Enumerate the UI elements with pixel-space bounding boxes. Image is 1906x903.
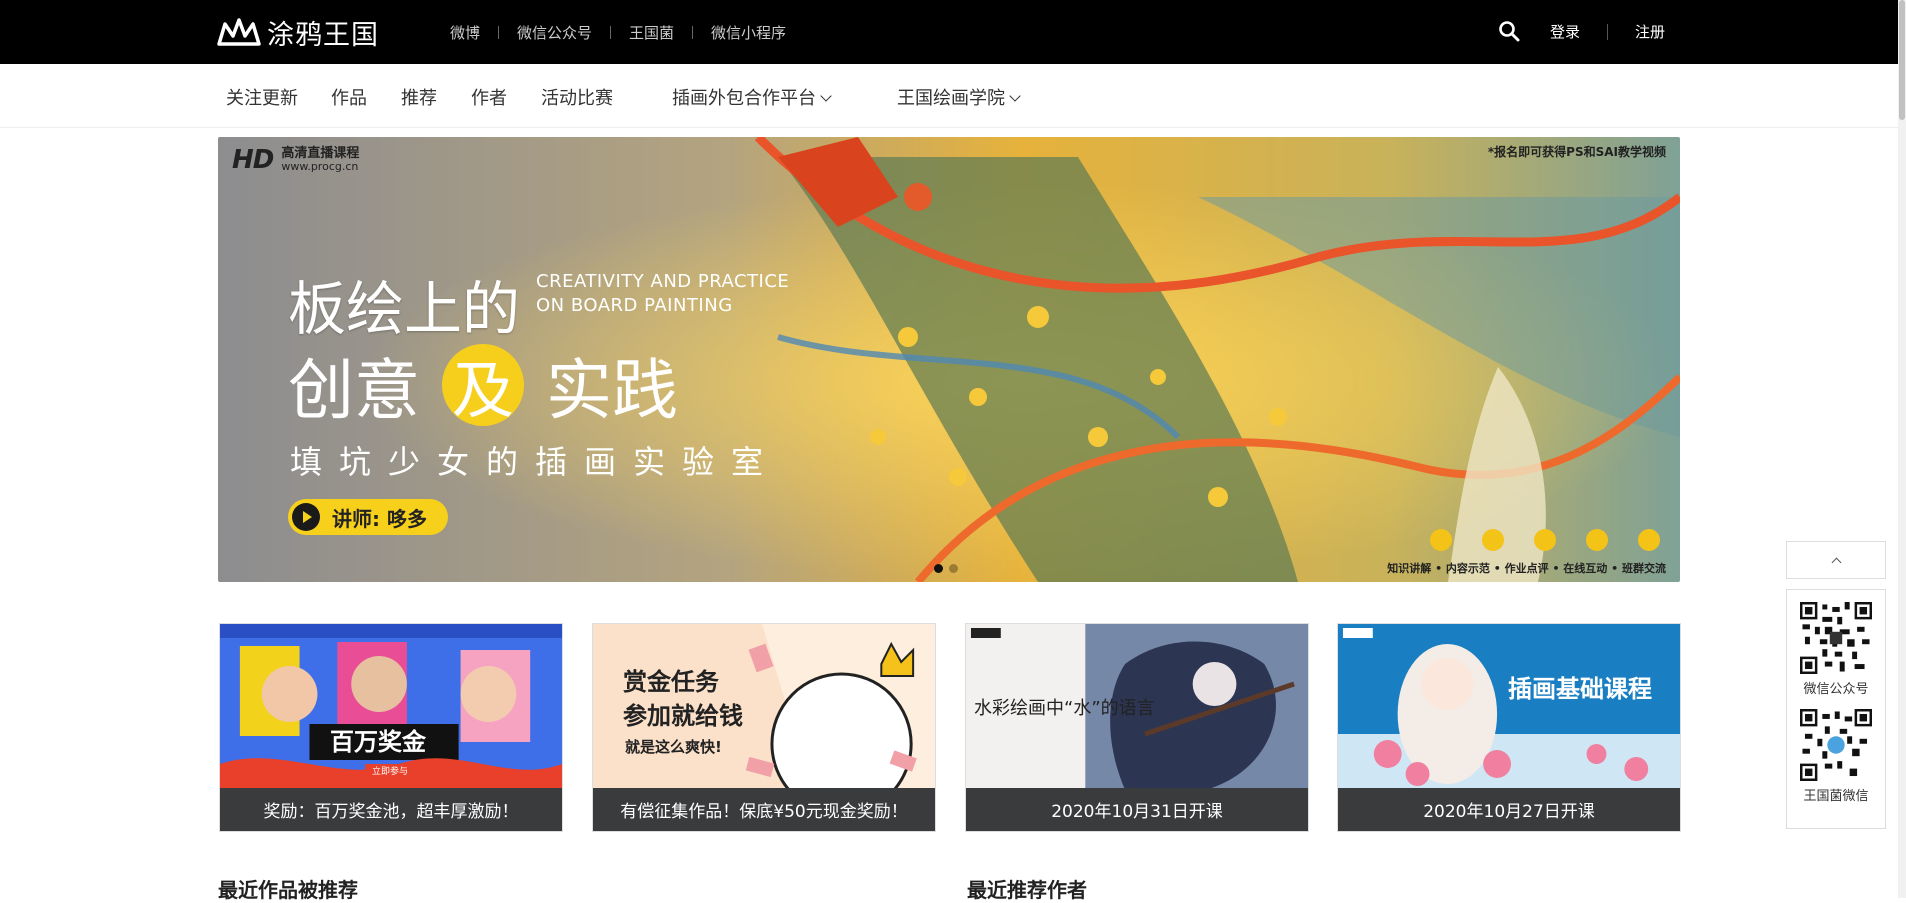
screen-icon [1482,529,1504,551]
headline-en-line-2: ON BOARD PAINTING [536,295,733,316]
teacher-badge[interactable]: 讲师: 哆多 [288,499,448,535]
topnav-wangguojun[interactable]: 王国菌 [629,22,674,43]
section-title-recommended-authors: 最近推荐作者 [967,878,1087,902]
card-caption: 有偿征集作品！保底¥50元现金奖励！ [593,788,935,831]
card-caption: 2020年10月27日开课 [1338,788,1680,831]
card-art-text: 立即参与 [372,767,409,777]
register-link[interactable]: 注册 [1635,21,1665,42]
headline2-part-a: 创意 [288,352,420,429]
secnav-recommend[interactable]: 推荐 [401,84,437,110]
chevron-up-icon [1831,557,1841,567]
banner-headline-en: CREATIVITY AND PRACTICE ON BOARD PAINTIN… [536,270,789,318]
login-link[interactable]: 登录 [1550,21,1580,42]
section-title-recommended-works: 最近作品被推荐 [218,878,358,902]
page-scrollbar[interactable] [1898,0,1906,898]
feature-text: 知识讲解 • 内容示范 • 作业点评 • 在线互动 • 班群交流 [1387,562,1666,575]
card-image-illustration-course [1338,624,1680,790]
search-icon[interactable] [1497,19,1521,43]
hero-banner[interactable]: HD 高清直播课程 www.procg.cn *报名即可获得PS和SAI教学视频… [218,137,1680,582]
feature-icons [1430,529,1680,551]
qr-code-icon [1800,709,1872,781]
top-header: 涂鸦王国 微博 微信公众号 王国菌 微信小程序 登录 注册 [0,0,1898,64]
card-art-text: 赏金任务 [623,668,719,696]
topnav-miniprogram[interactable]: 微信小程序 [711,22,786,43]
promo-card[interactable]: 水彩绘画中“水”的语言 2020年10月31日开课 [965,623,1309,832]
promo-cards: 百万奖金 立即参与 奖励：百万奖金池，超丰厚激励！ 赏金任务 参加就给钱 就是这… [219,623,1681,832]
book-icon [1430,529,1452,551]
carousel-dot-active[interactable] [934,564,943,573]
hd-logo: HD [232,145,274,175]
hd-url: www.procg.cn [281,160,359,173]
card-caption: 奖励：百万奖金池，超丰厚激励！ [220,788,562,831]
headline2-highlight: 及 [442,344,524,427]
teacher-label: 讲师: 哆多 [332,506,427,531]
crown-logo-icon [217,18,261,46]
qr-panel: 微信公众号 王国菌微信 [1786,589,1886,829]
topnav-wechat-official[interactable]: 微信公众号 [517,22,592,43]
brand-name: 涂鸦王国 [267,19,379,51]
qr-code-icon [1800,602,1872,674]
banner-headline-1: 板绘上的 [288,275,521,343]
divider [1607,23,1609,40]
card-art-text: 参加就给钱 [623,702,743,730]
card-art-text: 百万奖金 [330,728,426,756]
promo-card[interactable]: 赏金任务 参加就给钱 就是这么爽快! 有偿征集作品！保底¥50元现金奖励！ [592,623,936,832]
hd-course-badge: HD 高清直播课程 www.procg.cn [232,145,359,175]
divider [610,25,612,39]
promo-card[interactable]: 百万奖金 立即参与 奖励：百万奖金池，超丰厚激励！ [219,623,563,832]
secnav-outsourcing-label: 插画外包合作平台 [672,88,816,109]
card-art-text: 水彩绘画中“水”的语言 [974,698,1155,719]
hd-title: 高清直播课程 [281,146,360,161]
secnav-authors[interactable]: 作者 [471,84,507,110]
banner-subhead: 填坑少女的插画实验室 [290,443,781,481]
secondary-nav: 关注更新 作品 推荐 作者 活动比赛 插画外包合作平台 王国绘画学院 [0,64,1898,128]
floating-toolbar: 微信公众号 王国菌微信 [1786,541,1886,829]
carousel-dot[interactable] [949,564,958,573]
secnav-events[interactable]: 活动比赛 [541,84,613,110]
back-to-top-button[interactable] [1786,541,1886,579]
top-nav: 微博 微信公众号 王国菌 微信小程序 [450,20,786,44]
divider [692,25,694,39]
group-icon [1638,529,1660,551]
banner-note: *报名即可获得PS和SAI教学视频 [1487,145,1666,159]
card-art-text: 插画基础课程 [1508,675,1652,703]
topnav-weibo[interactable]: 微博 [450,22,480,43]
secnav-works[interactable]: 作品 [331,84,367,110]
chat-icon [1586,529,1608,551]
secnav-outsourcing-dropdown[interactable]: 插画外包合作平台 [672,84,832,110]
card-caption: 2020年10月31日开课 [966,788,1308,831]
promo-card[interactable]: 插画基础课程 2020年10月27日开课 [1337,623,1681,832]
auth-links: 登录 注册 [1550,21,1665,42]
headline2-part-c: 实践 [546,352,678,429]
play-icon [292,503,320,531]
carousel-dots [931,564,961,573]
headline-en-line-1: CREATIVITY AND PRACTICE [536,271,790,292]
chevron-down-icon [820,90,832,102]
site-logo[interactable]: 涂鸦王国 [217,14,379,51]
secnav-academy-dropdown[interactable]: 王国绘画学院 [897,84,1021,110]
pen-icon [1534,529,1556,551]
qr-label-wangguojun: 王国菌微信 [1803,789,1869,804]
chevron-down-icon [1009,90,1021,102]
banner-headline-2: 创意 及 实践 [288,337,678,433]
scrollbar-thumb[interactable] [1899,0,1905,120]
secnav-academy-label: 王国绘画学院 [897,88,1005,109]
secnav-following[interactable]: 关注更新 [226,84,298,110]
qr-label-official: 微信公众号 [1803,682,1869,697]
divider [498,25,500,39]
card-art-text: 就是这么爽快! [625,738,722,756]
